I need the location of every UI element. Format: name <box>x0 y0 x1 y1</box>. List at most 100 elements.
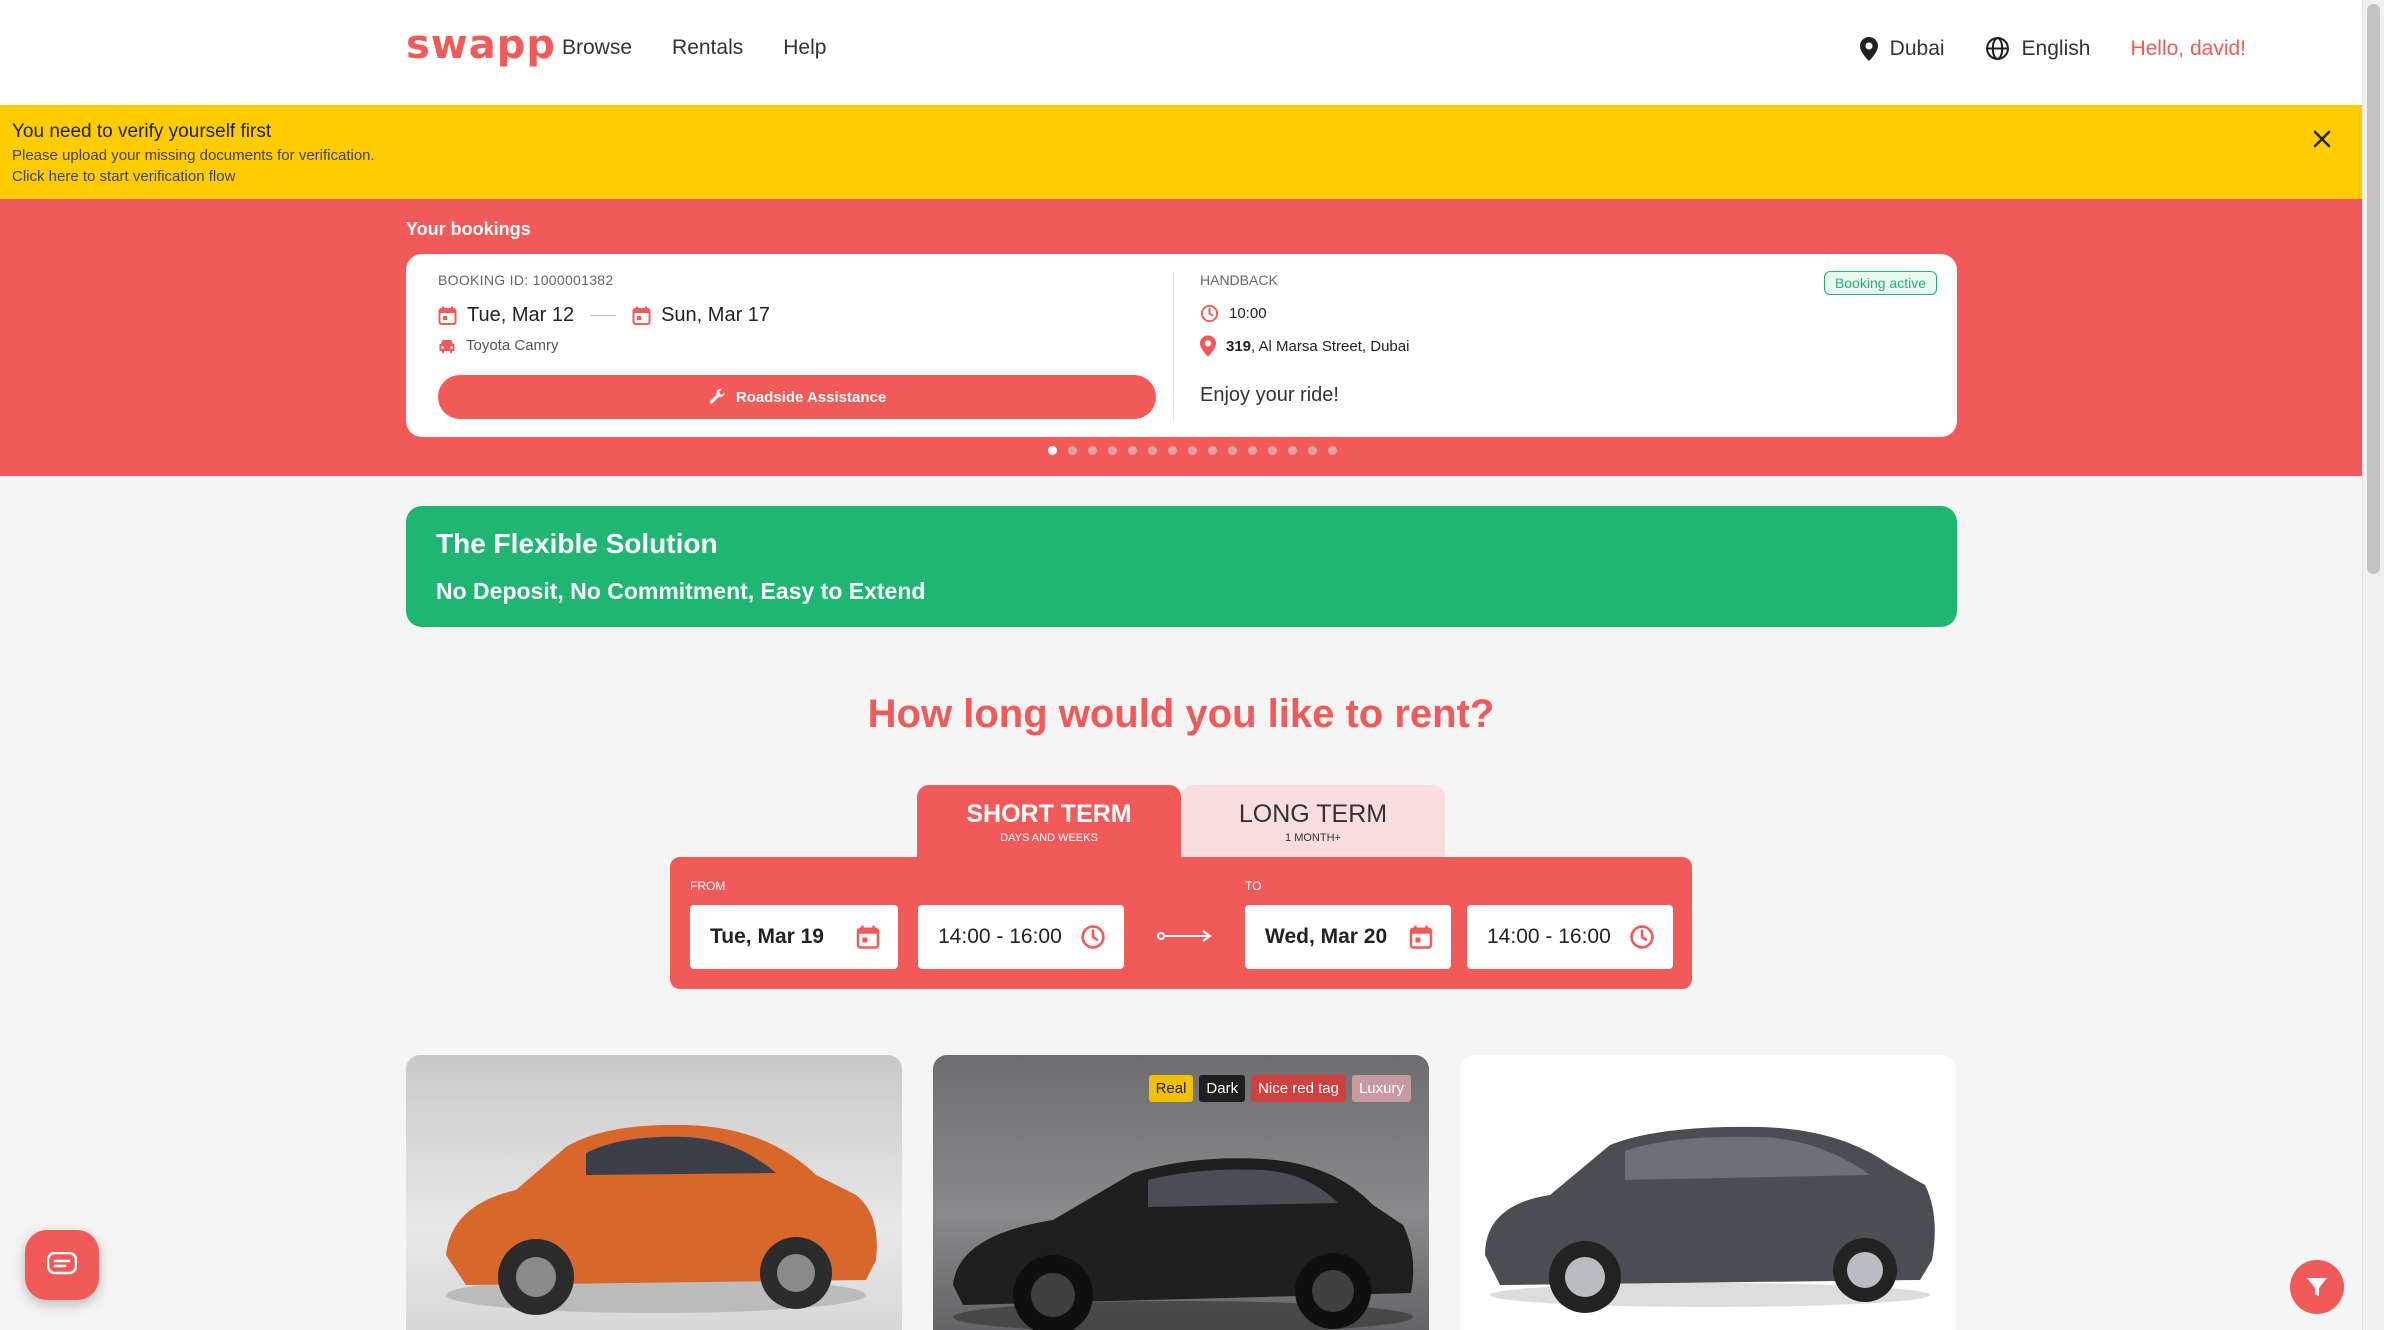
header-right: Dubai English Hello, david! <box>1859 36 2246 61</box>
car-card-orange-hatchback[interactable] <box>406 1055 902 1330</box>
carousel-dot[interactable] <box>1288 446 1297 455</box>
carousel-dot[interactable] <box>1188 446 1197 455</box>
car-image <box>1485 1126 1935 1313</box>
chat-icon <box>47 1252 77 1275</box>
scrollbar-thumb[interactable] <box>2367 4 2380 574</box>
handback-time: 10:00 <box>1200 304 1267 323</box>
tab-long-term-label: LONG TERM <box>1238 800 1388 828</box>
booking-card[interactable]: BOOKING ID: 1000001382 Tue, Mar 12 Sun, … <box>406 254 1957 437</box>
tab-long-term[interactable]: LONG TERM 1 MONTH+ <box>1181 785 1445 857</box>
car-tag: Dark <box>1199 1075 1246 1102</box>
booking-car: Toyota Camry <box>438 337 559 354</box>
booking-status-badge: Booking active <box>1823 271 1937 295</box>
location-label: Dubai <box>1889 36 1945 60</box>
carousel-dot[interactable] <box>1308 446 1317 455</box>
from-time-field[interactable]: 14:00 - 16:00 <box>918 905 1124 969</box>
booking-start-date: Tue, Mar 12 <box>467 304 575 326</box>
page-scrollbar[interactable] <box>2362 0 2384 1330</box>
verification-banner[interactable]: You need to verify yourself first Please… <box>0 105 2362 199</box>
handback-location: 319, Al Marsa Street, Dubai <box>1200 335 1409 357</box>
filter-button[interactable] <box>2290 1260 2344 1314</box>
carousel-dot[interactable] <box>1168 446 1177 455</box>
filter-icon <box>2307 1278 2327 1296</box>
carousel-dot[interactable] <box>1148 446 1157 455</box>
clock-icon <box>1200 304 1219 323</box>
car-card-grey-sedan[interactable] <box>1460 1055 1956 1330</box>
carousel-dot[interactable] <box>1108 446 1117 455</box>
to-date-field[interactable]: Wed, Mar 20 <box>1245 905 1451 969</box>
carousel-dot[interactable] <box>1328 446 1337 455</box>
verify-message: Please upload your missing documents for… <box>12 147 375 164</box>
promo-title: The Flexible Solution <box>436 528 718 559</box>
handback-label: HANDBACK <box>1200 272 1278 288</box>
calendar-icon <box>856 925 880 949</box>
tab-short-term-label: SHORT TERM <box>966 800 1132 828</box>
close-icon[interactable] <box>2306 123 2338 155</box>
car-tag: Nice red tag <box>1251 1075 1346 1102</box>
tab-short-term-sub: DAYS AND WEEKS <box>1000 832 1098 844</box>
carousel-dot[interactable] <box>1268 446 1277 455</box>
car-tag: Luxury <box>1351 1075 1411 1102</box>
nav-rentals[interactable]: Rentals <box>672 36 743 60</box>
location-pin-icon <box>1859 36 1878 61</box>
language-selector[interactable]: English <box>1985 36 2091 61</box>
roadside-assistance-button[interactable]: Roadside Assistance <box>438 375 1156 419</box>
tab-long-term-sub: 1 MONTH+ <box>1285 832 1341 844</box>
calendar-icon <box>632 306 651 325</box>
verify-link[interactable]: Click here to start verification flow <box>12 168 235 185</box>
bookings-title: Your bookings <box>406 219 531 239</box>
carousel-dot[interactable] <box>1248 446 1257 455</box>
roadside-label: Roadside Assistance <box>735 388 887 406</box>
clock-icon <box>1630 925 1654 949</box>
booking-details: BOOKING ID: 1000001382 Tue, Mar 12 Sun, … <box>438 254 1158 437</box>
car-card-black-sports-coupe[interactable]: Real Dark Nice red tag Luxury <box>933 1055 1429 1330</box>
arrow-right-icon <box>1157 930 1212 942</box>
carousel-dot[interactable] <box>1068 446 1077 455</box>
car-tags: Real Dark Nice red tag Luxury <box>1148 1075 1411 1102</box>
nav-browse[interactable]: Browse <box>562 36 632 60</box>
booking-end-date: Sun, Mar 17 <box>661 304 771 326</box>
to-date-value: Wed, Mar 20 <box>1265 925 1388 948</box>
car-tag: Real <box>1148 1075 1194 1102</box>
card-divider <box>1173 272 1174 422</box>
to-label: TO <box>1245 879 1262 893</box>
booking-message: Enjoy your ride! <box>1200 384 1339 406</box>
flexible-solution-banner: The Flexible Solution No Deposit, No Com… <box>406 506 1957 627</box>
clock-icon <box>1081 925 1105 949</box>
handback-street: , Al Marsa Street, Dubai <box>1251 337 1410 355</box>
user-greeting-menu[interactable]: Hello, david! <box>2130 37 2246 61</box>
location-selector[interactable]: Dubai <box>1859 36 1945 61</box>
carousel-dot[interactable] <box>1088 446 1097 455</box>
swapp-logo[interactable]: swapp <box>406 22 556 68</box>
calendar-icon <box>1409 925 1433 949</box>
carousel-dot[interactable] <box>1128 446 1137 455</box>
car-icon <box>439 339 455 353</box>
handback-time-value: 10:00 <box>1229 305 1267 322</box>
from-date-value: Tue, Mar 19 <box>710 925 824 948</box>
main-nav: Browse Rentals Help <box>562 36 826 60</box>
booking-car-name: Toyota Camry <box>466 337 559 354</box>
carousel-dots[interactable] <box>1048 446 1337 455</box>
chat-button[interactable] <box>25 1230 99 1300</box>
from-time-value: 14:00 - 16:00 <box>938 925 1062 948</box>
globe-icon <box>1985 37 2009 60</box>
booking-dates: Tue, Mar 12 Sun, Mar 17 <box>438 304 770 327</box>
from-date-field[interactable]: Tue, Mar 19 <box>690 905 898 969</box>
calendar-icon <box>438 306 457 325</box>
nav-help[interactable]: Help <box>783 36 826 60</box>
from-label: FROM <box>690 879 726 893</box>
tab-short-term[interactable]: SHORT TERM DAYS AND WEEKS <box>917 785 1181 857</box>
language-label: English <box>2021 36 2091 60</box>
to-time-field[interactable]: 14:00 - 16:00 <box>1467 905 1673 969</box>
carousel-dot[interactable] <box>1228 446 1237 455</box>
carousel-dot[interactable] <box>1048 446 1057 455</box>
wrench-icon <box>709 388 725 404</box>
rent-duration-heading: How long would you like to rent? <box>867 692 1495 736</box>
carousel-dot[interactable] <box>1208 446 1217 455</box>
date-separator <box>590 315 617 316</box>
to-time-value: 14:00 - 16:00 <box>1487 925 1611 948</box>
top-header: swapp Browse Rentals Help Dubai English … <box>0 0 2362 105</box>
location-pin-icon <box>1200 335 1216 357</box>
handback-number: 319 <box>1226 337 1252 355</box>
rental-date-picker: FROM TO Tue, Mar 19 14:00 - 16:00 Wed, M… <box>670 857 1692 989</box>
